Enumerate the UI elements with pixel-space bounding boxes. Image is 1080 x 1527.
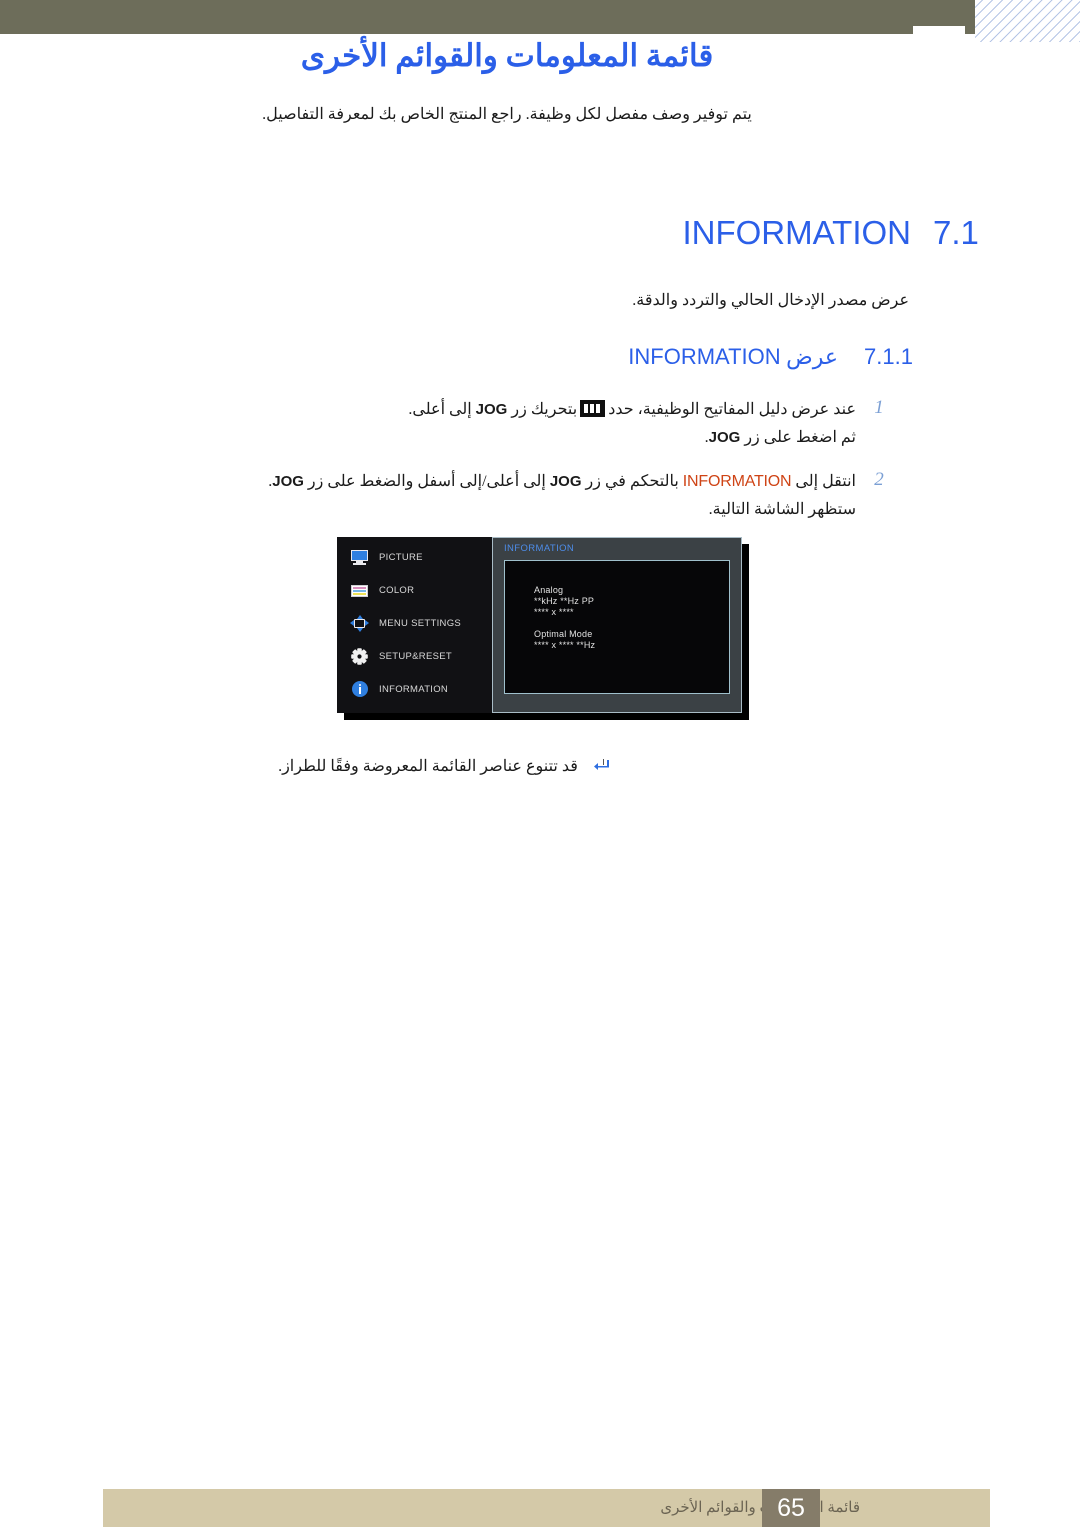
osd-info-line: **** x **** **Hz [534, 640, 596, 650]
section-heading: 7.1 INFORMATION [0, 214, 993, 252]
osd-info-line: **** x **** [534, 607, 574, 617]
page-subtitle: يتم توفير وصف مفصل لكل وظيفة. راجع المنت… [262, 106, 752, 123]
osd-info-line: **kHz **Hz PP [534, 596, 595, 606]
step2-part-b: بالتحكم في زر [585, 473, 679, 490]
info-circle-icon [350, 681, 369, 698]
step1-part-a: عند عرض دليل المفاتيح الوظيفية، حدد [608, 401, 856, 418]
osd-menu-item-picture[interactable]: PICTURE [350, 541, 492, 574]
step1-en-1: JOG [475, 401, 508, 418]
step-text: عند عرض دليل المفاتيح الوظيفية، حدد بتحري… [0, 396, 856, 451]
osd-menu-label: COLOR [379, 585, 415, 596]
osd-menu-item-setup-reset[interactable]: SETUP&RESET [350, 640, 492, 673]
osd-menu-item-menu-settings[interactable]: MENU SETTINGS [350, 607, 492, 640]
step1-part-c: إلى أعلى. [408, 401, 472, 418]
footer-title: قائمة المعلومات والقوائم الأخرى [660, 1500, 860, 1516]
note-arrow-icon [593, 759, 610, 776]
subsection-heading: 7.1.1 عرض INFORMATION [0, 344, 920, 370]
subsection-label-english: INFORMATION [628, 344, 781, 369]
osd-menu-item-color[interactable]: COLOR [350, 574, 492, 607]
step2-highlight: INFORMATION [682, 473, 792, 490]
step-item: 2 انتقل إلى INFORMATION بالتحكم في زر JO… [0, 468, 888, 523]
osd-info-box: Analog **kHz **Hz PP **** x **** Optimal… [504, 560, 730, 694]
footer-bar: قائمة المعلومات والقوائم الأخرى [103, 1489, 990, 1527]
osd-menu-label: PICTURE [379, 552, 423, 563]
osd-info-line: Analog [534, 585, 564, 595]
step2-en-1: JOG [549, 473, 582, 490]
subsection-number: 7.1.1 [864, 344, 913, 369]
osd-menu-label: INFORMATION [379, 684, 449, 695]
step2-part-c: إلى أعلى/إلى أسفل والضغط على زر [307, 473, 546, 490]
osd-menu-item-information[interactable]: INFORMATION [350, 673, 492, 706]
step1-line2-a: ثم اضغط على زر [744, 428, 856, 446]
jog-key-icon [580, 400, 606, 417]
monitor-icon [350, 549, 369, 566]
note-text: قد تتنوع عناصر القائمة المعروضة وفقًا لل… [278, 758, 578, 775]
header-notch [913, 26, 965, 38]
page-title: قائمة المعلومات والقوائم الأخرى [300, 38, 714, 73]
step2-en-2: JOG [272, 473, 304, 490]
section-number: 7.1 [933, 214, 979, 251]
header-band [0, 0, 975, 34]
osd-screenshot: PICTURE COLOR MENU SETTINGS SETUP&RESET … [337, 537, 749, 720]
four-arrows-icon [350, 615, 369, 632]
step-number: 2 [874, 469, 884, 490]
section-label: INFORMATION [682, 214, 911, 251]
step2-part-a: انتقل إلى [795, 473, 856, 490]
osd-menu-label: SETUP&RESET [379, 651, 452, 662]
osd-menu-label: MENU SETTINGS [379, 618, 462, 629]
subsection-label-arabic: عرض [786, 344, 838, 369]
step-item: 1 عند عرض دليل المفاتيح الوظيفية، حدد بتح… [0, 396, 888, 451]
step2-line2: ستظهر الشاشة التالية. [708, 500, 856, 518]
header-stripe-pattern [975, 0, 1080, 42]
step1-part-b: بتحريك زر [511, 401, 578, 418]
subsection-label: عرض INFORMATION [628, 344, 838, 370]
color-bars-icon [350, 582, 369, 599]
step-number: 1 [874, 397, 884, 418]
page-number: 65 [762, 1489, 820, 1527]
step1-line2-en: JOG [708, 428, 741, 446]
section-description: عرض مصدر الإدخال الحالي والتردد والدقة. [632, 292, 909, 309]
step-text: انتقل إلى INFORMATION بالتحكم في زر JOG … [0, 468, 856, 523]
note-row: قد تتنوع عناصر القائمة المعروضة وفقًا لل… [0, 756, 888, 776]
osd-menu-column: PICTURE COLOR MENU SETTINGS SETUP&RESET … [337, 537, 493, 713]
osd-panel-title: INFORMATION [504, 543, 575, 554]
osd-info-line: Optimal Mode [534, 629, 593, 639]
gear-icon [350, 648, 369, 665]
osd-information-panel: INFORMATION Analog **kHz **Hz PP **** x … [492, 537, 742, 713]
